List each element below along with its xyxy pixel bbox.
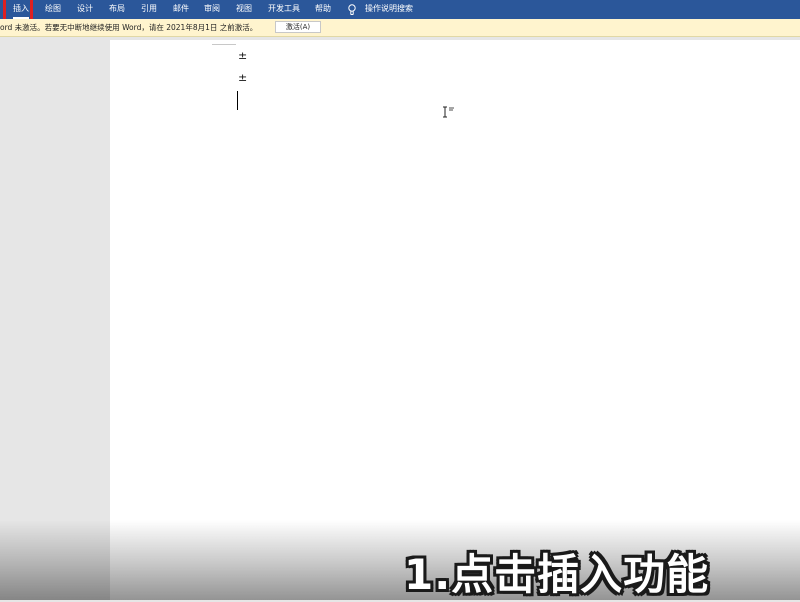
activation-notice-bar: ord 未激活。若要无中断地继续使用 Word，请在 2021年8月1日 之前激… bbox=[0, 19, 800, 37]
text-caret bbox=[237, 91, 238, 110]
tab-developer[interactable]: 开发工具 bbox=[268, 0, 300, 19]
tab-view[interactable]: 视图 bbox=[236, 0, 252, 19]
tell-me-search[interactable]: 操作说明搜索 bbox=[365, 0, 413, 19]
ribbon-tab-bar: 插入 绘图 设计 布局 引用 邮件 审阅 视图 开发工具 帮助 操作说明搜索 bbox=[0, 0, 800, 22]
tab-layout[interactable]: 布局 bbox=[109, 0, 125, 19]
document-page[interactable]: ± ± bbox=[110, 40, 800, 600]
paragraph-mark: ± bbox=[238, 49, 248, 62]
activation-notice-text: ord 未激活。若要无中断地继续使用 Word，请在 2021年8月1日 之前激… bbox=[0, 23, 258, 32]
ibeam-cursor-icon bbox=[443, 106, 454, 118]
tab-help[interactable]: 帮助 bbox=[315, 0, 331, 19]
tab-review[interactable]: 审阅 bbox=[204, 0, 220, 19]
left-gray-margin bbox=[0, 37, 110, 600]
tab-draw[interactable]: 绘图 bbox=[45, 0, 61, 19]
activate-button[interactable]: 激活(A) bbox=[275, 21, 321, 33]
video-caption: 1.点击插入功能 bbox=[404, 550, 710, 599]
tab-references[interactable]: 引用 bbox=[141, 0, 157, 19]
lightbulb-icon bbox=[348, 4, 356, 15]
tab-mailings[interactable]: 邮件 bbox=[173, 0, 189, 19]
paragraph-mark: ± bbox=[238, 71, 248, 84]
page-top-margin-marker bbox=[212, 44, 236, 45]
tab-design[interactable]: 设计 bbox=[77, 0, 93, 19]
